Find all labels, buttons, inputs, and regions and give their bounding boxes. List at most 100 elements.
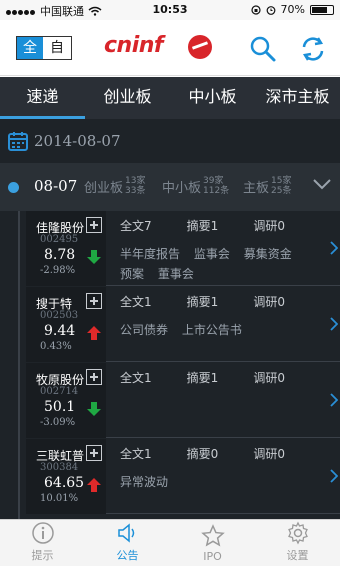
nav-label: 公告 [116,549,139,562]
add-watchlist-icon[interactable] [86,445,102,461]
date-bar: 2014-08-07 [0,119,340,163]
announcement-info: 全文1 摘要1 调研0 [120,369,320,386]
app-logo-text: cninf [104,33,163,58]
announcement-info: 全文1 摘要1 调研0 公司债券 上市公告书 [120,293,320,340]
tag-list: 半年度报告 监事会 募集资金 预案 董事会 [120,244,316,284]
stock-code: 002495 [40,234,79,245]
calendar-icon[interactable] [8,131,28,151]
board-name: 主板 [243,180,270,196]
nav-label: IPO [203,550,222,563]
tag[interactable]: 异常波动 [120,472,168,492]
speaker-icon [117,523,134,543]
arrow-down-icon [87,250,101,264]
arrow-up-icon [87,326,101,340]
research-count[interactable]: 调研0 [253,293,320,310]
tag[interactable]: 半年度报告 [120,244,180,264]
stock-cell[interactable]: 佳隆股份 002495 8.78 -2.98% [26,211,106,286]
tab-express[interactable]: 速递 [0,77,85,119]
arrow-down-icon [87,402,101,416]
announcement-row[interactable]: 搜于特 002503 9.44 0.43% 全文1 摘要1 调研0 公司债券 上… [26,287,340,362]
stock-change: -2.98% [40,265,76,276]
battery-percent: 70% [280,3,305,16]
add-watchlist-icon[interactable] [86,369,102,385]
stock-cell[interactable]: 三联虹普 300384 64.65 10.01% [26,439,106,514]
announcement-row[interactable]: 牧原股份 002714 50.1 -3.09% 全文1 摘要1 调研0 [26,363,340,438]
announcement-info: 全文7 摘要1 调研0 半年度报告 监事会 募集资金 预案 董事会 [120,217,320,284]
board-tabs: 速递 创业板 中小板 深市主板 [0,77,340,119]
stock-cell[interactable]: 搜于特 002503 9.44 0.43% [26,287,106,362]
summary-count[interactable]: 摘要1 [187,217,254,234]
tag[interactable]: 公司债券 [120,320,168,340]
timeline-dot [8,182,19,193]
stock-price: 64.65 [44,475,85,491]
chevron-right-icon[interactable] [330,241,338,255]
tab-main-board[interactable]: 深市主板 [255,77,340,119]
stock-code: 002714 [40,386,79,397]
notice-count: 112条 [203,186,230,196]
star-icon [200,524,225,547]
tab-chinext[interactable]: 创业板 [85,77,170,119]
bottom-nav: 提示 公告 IPO 设置 [0,519,340,566]
company-count: 39家 [203,176,224,186]
stock-price: 8.78 [44,247,76,263]
add-watchlist-icon[interactable] [86,217,102,233]
chevron-down-icon[interactable] [312,177,332,191]
nav-announcements[interactable]: 公告 [85,520,170,566]
nav-label: 提示 [31,549,54,562]
tag[interactable]: 预案 [120,264,144,284]
stock-code: 300384 [40,462,79,473]
stock-price: 50.1 [44,399,76,415]
stock-change: 10.01% [40,493,79,504]
tag[interactable]: 上市公告书 [182,320,242,340]
fulltext-count[interactable]: 全文1 [120,293,187,310]
mode-toggle[interactable]: 全 自 [16,36,72,60]
fulltext-count[interactable]: 全文1 [120,369,187,386]
chevron-right-icon[interactable] [330,469,338,483]
info-icon [31,522,54,544]
count-main: 主板 15家 25条 [243,176,291,196]
alarm-icon [266,5,275,15]
summary-count[interactable]: 摘要1 [187,293,254,310]
mode-all[interactable]: 全 [17,37,43,59]
add-watchlist-icon[interactable] [86,293,102,309]
fulltext-count[interactable]: 全文1 [120,445,187,462]
day-summary[interactable]: 08-07 创业板 13家 33条 中小板 39家 112条 主板 15家 25条 [0,163,340,211]
summary-count[interactable]: 摘要0 [187,445,254,462]
nav-ipo[interactable]: IPO [170,520,255,566]
tab-sme[interactable]: 中小板 [170,77,255,119]
announcement-row[interactable]: 三联虹普 300384 64.65 10.01% 全文1 摘要0 调研0 异常波… [26,439,340,514]
notice-count: 25条 [271,186,292,196]
arrow-up-icon [87,478,101,492]
stock-change: -3.09% [40,417,76,428]
stock-code: 002503 [40,310,79,321]
chevron-right-icon[interactable] [330,393,338,407]
announcement-list: 佳隆股份 002495 8.78 -2.98% 全文7 摘要1 调研0 半年度报… [0,211,340,519]
refresh-icon[interactable] [298,34,328,64]
announcement-info: 全文1 摘要0 调研0 异常波动 [120,445,320,492]
selected-date: 2014-08-07 [34,132,121,150]
tag[interactable]: 董事会 [158,264,194,284]
nav-label: 设置 [286,549,309,562]
company-count: 15家 [271,176,292,186]
research-count[interactable]: 调研0 [253,445,320,462]
research-count[interactable]: 调研0 [253,217,320,234]
chevron-right-icon[interactable] [330,317,338,331]
research-count[interactable]: 调研0 [253,369,320,386]
stock-price: 9.44 [44,323,76,339]
board-name: 中小板 [162,180,202,196]
tag[interactable]: 募集资金 [244,244,292,264]
logo-mark-icon [188,35,212,59]
search-icon[interactable] [248,34,278,64]
lock-rotation-icon [250,4,261,15]
fulltext-count[interactable]: 全文7 [120,217,187,234]
notice-count: 33条 [125,186,146,196]
summary-count[interactable]: 摘要1 [187,369,254,386]
stock-cell[interactable]: 牧原股份 002714 50.1 -3.09% [26,363,106,438]
tag[interactable]: 监事会 [194,244,230,264]
mode-custom[interactable]: 自 [43,37,71,59]
nav-settings[interactable]: 设置 [255,520,340,566]
app-header: 全 自 cninf [0,20,340,76]
count-sme: 中小板 39家 112条 [162,176,229,196]
announcement-row[interactable]: 佳隆股份 002495 8.78 -2.98% 全文7 摘要1 调研0 半年度报… [26,211,340,286]
nav-tips[interactable]: 提示 [0,520,85,566]
